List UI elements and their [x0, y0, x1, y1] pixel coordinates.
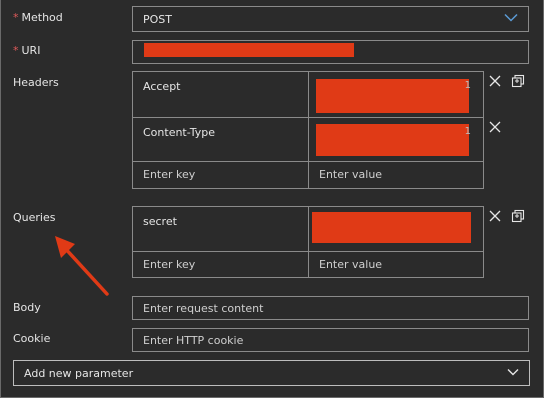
body-label: Body: [13, 301, 41, 314]
query-value-redaction: [312, 212, 471, 243]
chevron-down-icon: [504, 13, 518, 26]
add-parameter-select[interactable]: Add new parameter: [13, 360, 530, 386]
header-value-redaction: [316, 124, 469, 156]
http-action-form: * Method POST * URI Headers Accept 1 Conte…: [0, 0, 544, 398]
method-label: * Method: [13, 11, 63, 24]
close-icon[interactable]: [488, 75, 502, 89]
truncated-char: 1: [464, 126, 471, 137]
method-value: POST: [143, 12, 172, 26]
header-value-input[interactable]: Enter value: [309, 162, 483, 188]
queries-table: secret Enter key Enter value: [132, 206, 484, 278]
headers-label: Headers: [13, 76, 59, 89]
query-key: secret: [143, 215, 177, 228]
cookie-input[interactable]: Enter HTTP cookie: [132, 328, 529, 352]
header-value-redaction: [316, 79, 469, 113]
header-key: Accept: [143, 80, 181, 93]
truncated-char: 1: [464, 80, 471, 91]
header-key-cell[interactable]: Content-Type: [133, 118, 309, 162]
body-input[interactable]: Enter request content: [132, 296, 529, 320]
red-arrow: [55, 236, 109, 296]
header-value-cell[interactable]: 1: [309, 118, 483, 162]
copy-icon[interactable]: [511, 74, 525, 88]
header-key: Content-Type: [143, 126, 215, 139]
queries-label: Queries: [13, 211, 56, 224]
headers-table: Accept 1 Content-Type 1 Enter key Enter …: [132, 71, 484, 189]
header-value-cell[interactable]: 1: [309, 72, 483, 118]
query-value-cell[interactable]: [309, 207, 483, 252]
copy-icon[interactable]: [511, 209, 525, 223]
uri-label: * URI: [13, 44, 41, 57]
add-parameter-label: Add new parameter: [24, 366, 134, 380]
query-key-input[interactable]: Enter key: [133, 252, 309, 277]
header-key-input[interactable]: Enter key: [133, 162, 309, 188]
uri-input[interactable]: [132, 40, 529, 64]
cookie-label: Cookie: [13, 332, 51, 345]
required-mark: *: [13, 11, 19, 24]
header-key-cell[interactable]: Accept: [133, 72, 309, 118]
chevron-down-icon: [507, 367, 519, 380]
query-key-cell[interactable]: secret: [133, 207, 309, 252]
method-select[interactable]: POST: [132, 6, 529, 32]
close-icon[interactable]: [488, 121, 502, 135]
close-icon[interactable]: [488, 210, 502, 224]
required-mark: *: [13, 44, 19, 57]
query-value-input[interactable]: Enter value: [309, 252, 483, 277]
uri-redaction: [144, 43, 354, 57]
